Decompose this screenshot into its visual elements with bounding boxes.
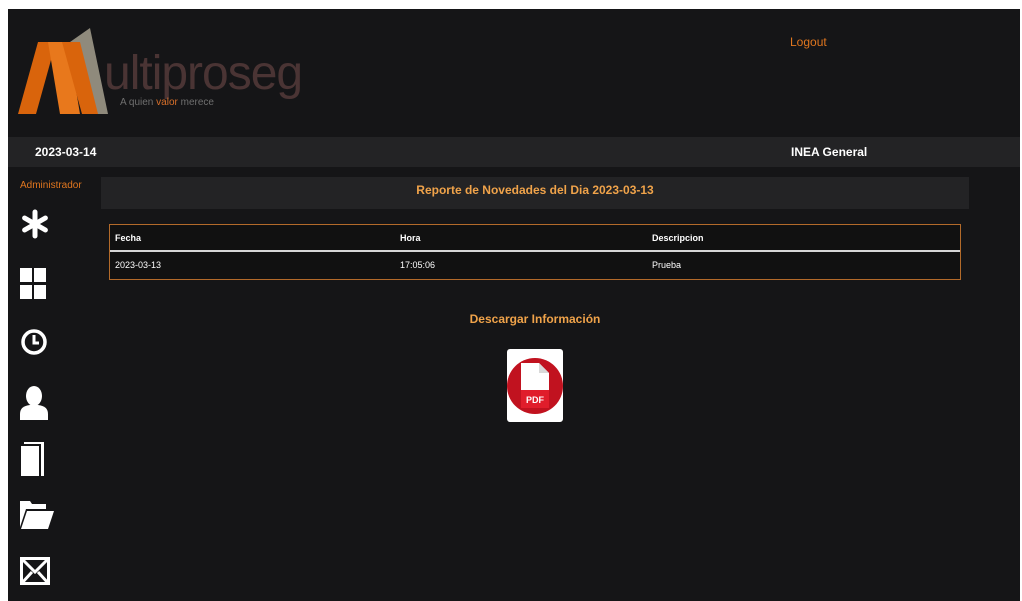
column-header-hora: Hora <box>395 225 647 252</box>
column-header-descripcion: Descripcion <box>647 225 960 252</box>
table-header-row: Fecha Hora Descripcion <box>110 225 960 252</box>
folder-open-icon[interactable] <box>20 501 56 537</box>
department-name: INEA General <box>791 145 868 159</box>
mail-icon[interactable] <box>20 557 56 593</box>
current-date: 2023-03-14 <box>35 145 97 159</box>
report-title: Reporte de Novedades del Dia 2023-03-13 <box>101 177 969 209</box>
dashboard-grid-icon[interactable] <box>20 268 56 304</box>
pdf-label: PDF <box>526 395 545 405</box>
user-icon[interactable] <box>20 386 56 422</box>
table-row: 2023-03-13 17:05:06 Prueba <box>110 251 960 277</box>
column-header-fecha: Fecha <box>110 225 395 252</box>
report-table: Fecha Hora Descripcion 2023-03-13 17:05:… <box>109 224 961 280</box>
brand-logo[interactable]: ultiproseg A quien valor merece <box>18 24 318 134</box>
user-role: Administrador <box>20 180 82 191</box>
logo-m-icon <box>18 28 108 114</box>
asterisk-icon[interactable] <box>20 209 56 245</box>
cell-fecha: 2023-03-13 <box>115 259 162 270</box>
book-icon[interactable] <box>20 442 56 478</box>
brand-name: ultiproseg <box>104 47 303 100</box>
app-window: ultiproseg A quien valor merece Logout 2… <box>8 9 1020 601</box>
brand-tagline: A quien valor merece <box>120 97 214 108</box>
download-label: Descargar Información <box>469 312 601 326</box>
cell-hora: 17:05:06 <box>400 259 436 270</box>
pdf-download-icon[interactable]: PDF <box>507 349 563 422</box>
cell-descripcion: Prueba <box>652 259 682 270</box>
top-bar: 2023-03-14 INEA General <box>8 137 1020 167</box>
logout-link[interactable]: Logout <box>790 35 827 49</box>
clock-icon[interactable] <box>20 327 56 363</box>
